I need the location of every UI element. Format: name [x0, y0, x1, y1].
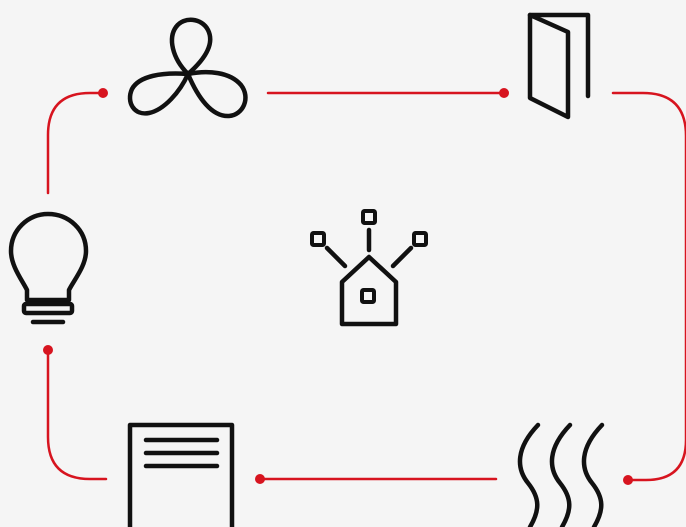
connector-dot-heat [623, 475, 633, 485]
diagram-canvas [8, 12, 686, 527]
smart-home-cycle-diagram [0, 0, 686, 527]
connector-light-to-fan [46, 91, 104, 195]
connector-blinds-to-light [46, 348, 108, 481]
heat-waves-icon [517, 422, 605, 527]
fan-icon [127, 17, 248, 119]
smart-home-hub-icon [310, 209, 428, 327]
connector-door-to-heat [611, 91, 686, 482]
connector-dot-door [499, 88, 509, 98]
door-icon [527, 12, 591, 120]
light-bulb-icon [8, 211, 89, 325]
connector-dot-blinds [255, 474, 265, 484]
connector-dot-light [43, 345, 53, 355]
blinds-icon [127, 422, 235, 527]
connector-dot-fan [98, 88, 108, 98]
